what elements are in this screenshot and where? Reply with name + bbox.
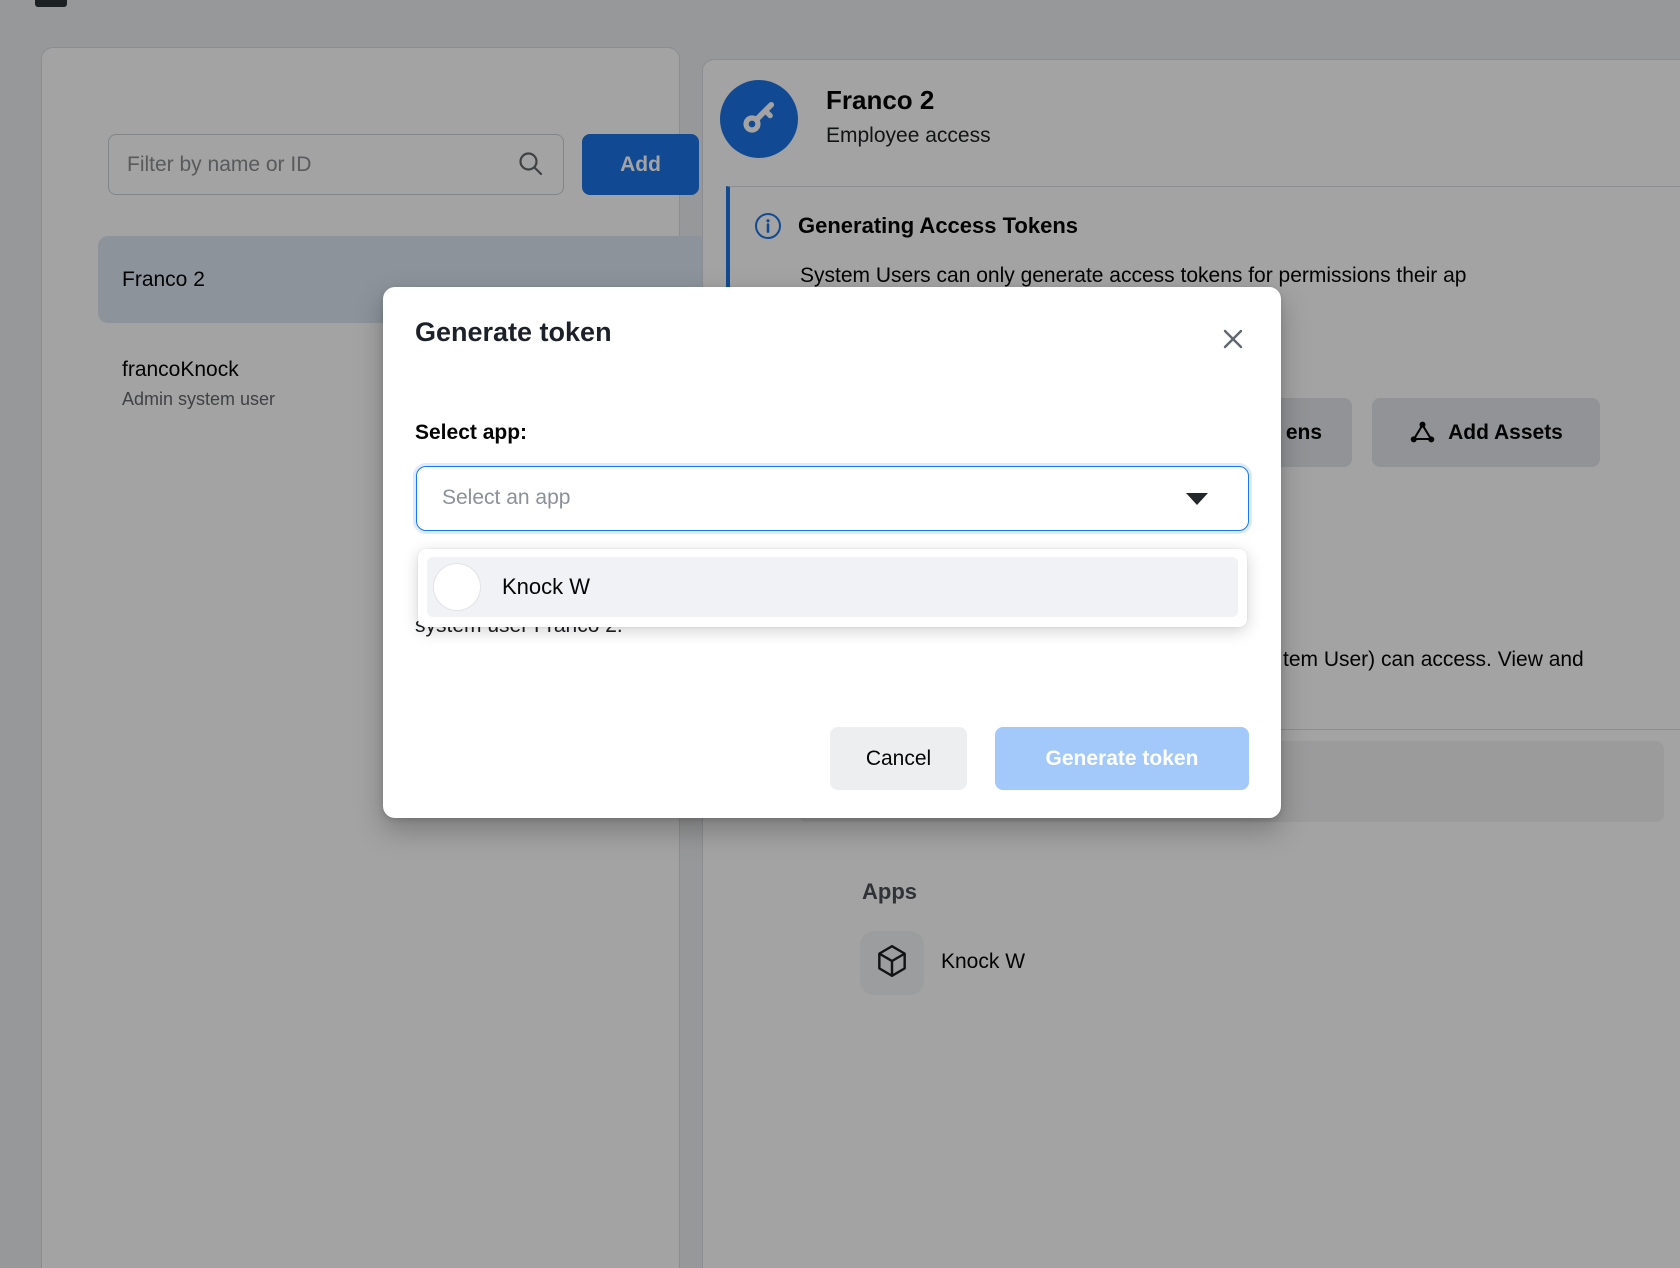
generate-token-dialog: Generate token Select app: Select an app…	[383, 287, 1281, 818]
dropdown-placeholder: Select an app	[442, 467, 570, 529]
generate-token-button[interactable]: Generate token	[995, 727, 1249, 790]
system-users-page: Add Franco 2 francoKnock Admin system us…	[0, 0, 1680, 1268]
app-option-knock-w[interactable]: Knock W	[427, 557, 1238, 617]
select-app-label: Select app:	[415, 421, 527, 445]
app-avatar-circle	[434, 564, 480, 610]
close-icon[interactable]	[1215, 321, 1251, 357]
app-select-dropdown[interactable]: Select an app	[416, 466, 1249, 531]
chevron-down-icon	[1186, 493, 1208, 505]
app-option-label: Knock W	[502, 574, 590, 600]
cancel-button[interactable]: Cancel	[830, 727, 967, 790]
dialog-title: Generate token	[415, 317, 612, 348]
app-options-panel: Knock W	[418, 549, 1247, 627]
